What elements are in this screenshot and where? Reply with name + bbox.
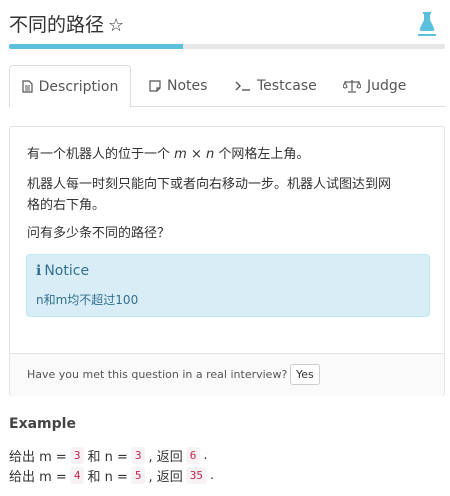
ex2-n-code: 5 xyxy=(130,467,146,484)
progress-bar xyxy=(9,44,445,49)
interview-footer: Have you met this question in a real int… xyxy=(10,353,444,396)
p1-suffix: 个网格左上角。 xyxy=(218,147,310,162)
problem-header: 不同的路径 ☆ xyxy=(0,0,450,50)
description-paragraph-2: 机器人每一时刻只能向下或者向右移动一步。机器人试图达到网 格的右下角。 xyxy=(27,174,391,216)
ex1-m-code: 3 xyxy=(69,447,85,464)
page-title: 不同的路径 ☆ xyxy=(9,10,124,37)
tab-bar: Description Notes Testcase Judge xyxy=(9,65,445,108)
notice-box: ℹ Notice n和m均不超过100 xyxy=(26,254,430,317)
ex1-and: 和 n = xyxy=(87,450,128,465)
var-n: n xyxy=(206,147,215,162)
progress-fill xyxy=(9,44,184,49)
example-title: Example xyxy=(9,416,76,432)
ex1-return: , 返回 xyxy=(148,450,183,465)
document-icon xyxy=(22,80,33,93)
flask-icon[interactable] xyxy=(418,11,436,37)
p2-line-2: 格的右下角。 xyxy=(27,198,106,213)
notice-text: n和m均不超过100 xyxy=(36,293,139,307)
description-panel: 有一个机器人的位于一个 m × n 个网格左上角。 机器人每一时刻只能向下或者向… xyxy=(9,126,445,396)
favorite-star-icon[interactable]: ☆ xyxy=(108,15,124,36)
tab-judge[interactable]: Judge xyxy=(343,65,406,107)
tab-notes[interactable]: Notes xyxy=(149,65,207,107)
ex1-prefix: 给出 m = xyxy=(9,450,67,465)
terminal-icon xyxy=(235,80,251,92)
times-symbol: × xyxy=(190,147,202,162)
description-paragraph-1: 有一个机器人的位于一个 m × n 个网格左上角。 xyxy=(27,144,309,165)
tab-testcase[interactable]: Testcase xyxy=(235,65,317,107)
ex1-result-code: 6 xyxy=(185,447,201,464)
note-icon xyxy=(149,80,161,92)
description-paragraph-3: 问有多少条不同的路径？ xyxy=(27,226,171,241)
p2-line-1: 机器人每一时刻只能向下或者向右移动一步。机器人试图达到网 xyxy=(27,177,392,192)
info-icon: ℹ xyxy=(36,263,42,279)
yes-button[interactable]: Yes xyxy=(290,364,320,385)
notice-title: ℹ Notice xyxy=(36,263,89,279)
ex2-prefix: 给出 m = xyxy=(9,470,67,485)
ex2-return: , 返回 xyxy=(148,470,183,485)
ex2-m-code: 4 xyxy=(69,467,85,484)
tab-judge-label: Judge xyxy=(367,78,407,94)
ex1-end: . xyxy=(203,448,208,463)
scale-icon xyxy=(343,79,361,93)
example-line-2: 给出 m = 4 和 n = 5 , 返回 35 . xyxy=(9,466,214,485)
tab-testcase-label: Testcase xyxy=(257,78,317,94)
tab-notes-label: Notes xyxy=(167,78,208,94)
ex2-result-code: 35 xyxy=(185,467,207,484)
tab-description-label: Description xyxy=(38,78,119,95)
ex2-and: 和 n = xyxy=(87,470,128,485)
var-m: m xyxy=(174,147,187,162)
example-line-1: 给出 m = 3 和 n = 3 , 返回 6 . xyxy=(9,446,208,465)
tab-description[interactable]: Description xyxy=(9,65,131,108)
interview-question: Have you met this question in a real int… xyxy=(27,368,288,381)
p1-prefix: 有一个机器人的位于一个 xyxy=(27,147,171,162)
notice-title-label: Notice xyxy=(44,263,90,279)
problem-title: 不同的路径 xyxy=(9,14,105,36)
ex1-n-code: 3 xyxy=(130,447,146,464)
ex2-end: . xyxy=(210,468,215,483)
